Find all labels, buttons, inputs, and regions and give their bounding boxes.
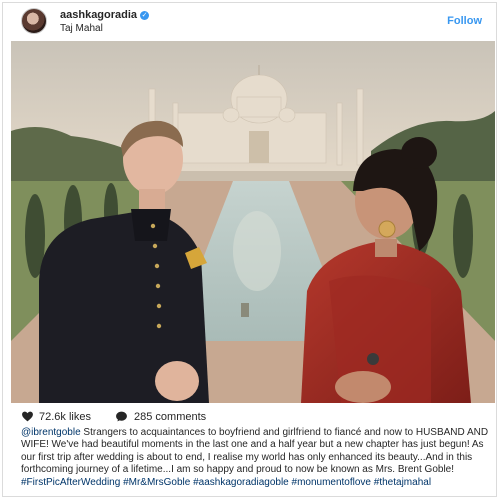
location-link[interactable]: Taj Mahal [60, 23, 103, 34]
instagram-post: aashkagoradia ✓ Taj Mahal Follow 72.6k l… [2, 2, 497, 497]
post-photo[interactable] [11, 41, 495, 403]
likes-count[interactable]: 72.6k likes [39, 411, 91, 423]
post-actions: 72.6k likes 285 comments [3, 407, 496, 427]
username-link[interactable]: aashkagoradia ✓ [60, 9, 150, 21]
post-caption: @ibrentgoble Strangers to acquaintances … [21, 427, 489, 495]
caption-text: Strangers to acquaintances to boyfriend … [21, 427, 489, 476]
avatar[interactable] [21, 8, 47, 34]
heart-icon[interactable] [21, 410, 34, 423]
post-header: aashkagoradia ✓ Taj Mahal Follow [3, 3, 496, 39]
photo-scene [11, 41, 495, 403]
comments-count[interactable]: 285 comments [134, 411, 206, 423]
username[interactable]: aashkagoradia [60, 9, 137, 21]
comment-icon[interactable] [115, 410, 128, 423]
verified-badge-icon: ✓ [140, 11, 150, 20]
follow-button[interactable]: Follow [447, 15, 482, 27]
caption-hashtags[interactable]: #FirstPicAfterWedding #Mr&MrsGoble #aash… [21, 477, 431, 488]
caption-mention[interactable]: @ibrentgoble [21, 427, 81, 438]
